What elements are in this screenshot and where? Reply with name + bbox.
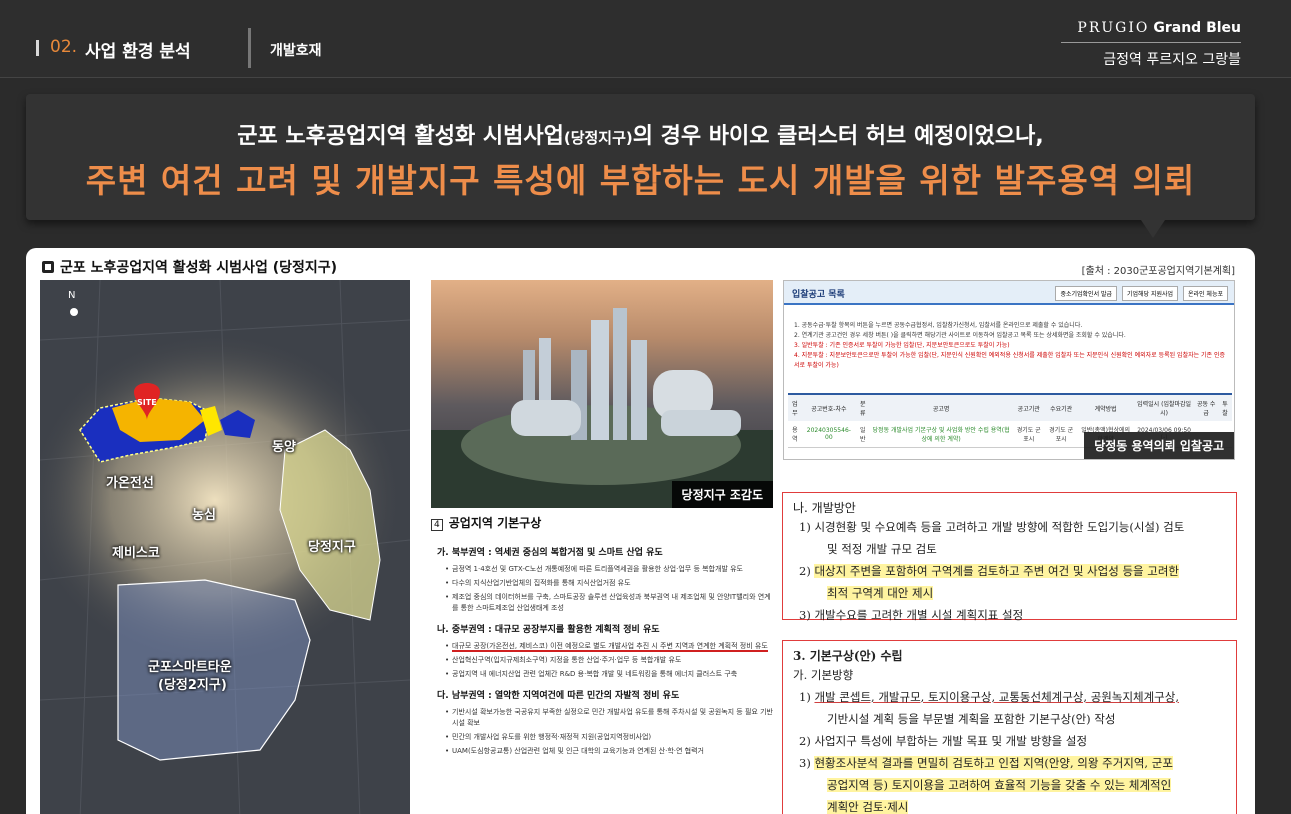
banner-pointer bbox=[1141, 220, 1165, 238]
development-plan-box: 나. 개발방안 1) 시경현황 및 수요예측 등을 고려하고 개발 방향에 적합… bbox=[782, 492, 1237, 622]
doc-section-central: 나. 중부권역 : 대규모 공장부지를 활용한 계획적 정비 유도 bbox=[437, 625, 660, 635]
page-header: 02. 사업 환경 분석 개발호재 PRUGIO Grand Bleu 금정역 푸… bbox=[0, 0, 1291, 78]
section-title: 사업 환경 분석 bbox=[85, 42, 191, 62]
bid-btn-sme[interactable]: 중소기업확인서 발급 bbox=[1055, 286, 1118, 301]
bid-btn-online[interactable]: 온라인 체능포 bbox=[1182, 286, 1228, 301]
headline-line2: 주변 여건 고려 및 개발지구 특성에 부합하는 도시 개발을 위한 발주용역 … bbox=[85, 161, 1196, 200]
bid-notice-screenshot: 입찰공고 목록 중소기업확인서 발급 기업해당 지원사업 온라인 체능포 1. … bbox=[783, 280, 1235, 460]
bid-caption: 당정동 용역의뢰 입찰공고 bbox=[1084, 432, 1234, 459]
list-item: 기반시설 확보가능한 국공유지 부족한 실정으로 민간 개발사업 유도를 통해 … bbox=[445, 707, 773, 729]
map-label-gaon: 가온전선 bbox=[106, 476, 154, 491]
box1-item-2: 2) 대상지 주변을 포함하여 구역계를 검토하고 주변 여건 및 사업성 등을… bbox=[799, 564, 1180, 600]
list-item: 대규모 공장(가온전선, 제비스코) 이전 예정으로 별도 개발사업 추진 시 … bbox=[445, 641, 773, 652]
list-item: 제조업 중심의 데이터허브를 구축, 스마트공장 솔루션 산업육성과 북부권역 … bbox=[445, 592, 773, 614]
headline-line1: 군포 노후공업지역 활성화 시범사업(당정지구)의 경우 바이오 클러스터 허브… bbox=[237, 124, 1044, 149]
header-accent-bar bbox=[36, 40, 39, 56]
map-label-dongyang: 동양 bbox=[272, 440, 296, 455]
headline-banner: 군포 노후공업지역 활성화 시범사업(당정지구)의 경우 바이오 클러스터 허브… bbox=[26, 94, 1255, 220]
compass-star-icon bbox=[70, 308, 78, 316]
map-label-nongshim: 농심 bbox=[192, 508, 216, 523]
list-item: UAM(도심항공교통) 산업관련 업체 및 인근 대학의 교육기능과 연계된 산… bbox=[445, 746, 773, 757]
site-label: SITE bbox=[137, 398, 157, 407]
box2-subheading: 가. 기본방향 bbox=[793, 668, 854, 682]
bid-buttons: 중소기업확인서 발급 기업해당 지원사업 온라인 체능포 bbox=[1052, 286, 1228, 301]
box1-item-1: 1) 시경현황 및 수요예측 등을 고려하고 개발 방향에 적합한 도입기능(시… bbox=[799, 520, 1185, 556]
plan-document-excerpt: 4 공업지역 기본구상 가. 북부권역 : 역세권 중심의 복합거점 및 스마트 … bbox=[431, 510, 773, 814]
map-label-jebisco: 제비스코 bbox=[112, 546, 160, 561]
box2-heading: 3. 기본구상(안) 수립 bbox=[793, 649, 903, 663]
map-label-dangjeong2: (당정2지구) bbox=[158, 678, 227, 693]
compass-label: N bbox=[68, 290, 76, 301]
brand-logo: PRUGIO Grand Bleu 금정역 푸르지오 그랑블 bbox=[1061, 20, 1241, 69]
brand-name-bold: Grand Bleu bbox=[1153, 20, 1241, 36]
rendering-graphic bbox=[431, 308, 773, 508]
box1-item-3: 3) 개발수요를 고려한 개별 시설 계획지표 설정 bbox=[799, 608, 1024, 622]
bid-title: 입찰공고 목록 bbox=[792, 290, 845, 300]
list-item: 금정역 1·4호선 및 GTX-C노선 개통예정에 따른 트리플역세권을 활용한… bbox=[445, 564, 773, 575]
doc-heading: 4 공업지역 기본구상 bbox=[431, 514, 773, 531]
aerial-rendering: 당정지구 조감도 bbox=[431, 280, 773, 508]
basic-concept-box: 3. 기본구상(안) 수립 가. 기본방향 1) 개발 콘셉트, 개발규모, 토… bbox=[782, 640, 1237, 814]
map-label-smarttown: 군포스마트타운 bbox=[148, 660, 232, 675]
map-label-dangjeong: 당정지구 bbox=[308, 540, 356, 555]
doc-section-south: 다. 남부권역 : 열악한 지역여건에 따른 민간의 자발적 정비 유도 bbox=[437, 691, 680, 701]
source-note: [출처 : 2030군포공업지역기본계획] bbox=[1081, 266, 1235, 277]
list-item: 민간의 개발사업 유도를 위한 행정적·재정적 지원(공업지역정비사업) bbox=[445, 732, 773, 743]
list-item: 산업혁신구역(입지규제최소구역) 지정을 통한 산업·주거·업무 등 복합개발 … bbox=[445, 655, 773, 666]
list-item: 공업지역 내 에너지산업 관련 업체간 R&D 용·복합 개발 및 네트워킹을 … bbox=[445, 669, 773, 680]
box2-item-1: 1) 개발 콘셉트, 개발규모, 토지이용구상, 교통동선체계구상, 공원녹지체… bbox=[799, 690, 1180, 726]
section-number: 02. bbox=[50, 37, 78, 57]
rendering-caption: 당정지구 조감도 bbox=[671, 481, 773, 508]
bid-btn-support[interactable]: 기업해당 지원사업 bbox=[1121, 286, 1179, 301]
box2-item-2: 2) 사업지구 특성에 부합하는 개발 목표 및 개발 방향을 설정 bbox=[799, 734, 1088, 748]
bid-header: 입찰공고 목록 중소기업확인서 발급 기업해당 지원사업 온라인 체능포 bbox=[784, 281, 1234, 305]
site-map: N SITE 동양 가온전선 농심 제비스코 당정지구 군포스마트타운 (당정2… bbox=[40, 280, 410, 814]
content-card: 군포 노후공업지역 활성화 시범사업 (당정지구) [출처 : 2030군포공업… bbox=[26, 248, 1255, 814]
box1-heading: 나. 개발방안 bbox=[793, 501, 856, 515]
bid-notes: 1. 공동수급·투찰 항목의 버튼을 누르면 공동수급협정서, 입찰참가신청서,… bbox=[794, 322, 1226, 369]
subsection-title: 개발호재 bbox=[270, 43, 322, 59]
square-bullet-icon bbox=[42, 261, 54, 273]
header-divider bbox=[248, 28, 251, 68]
list-item: 다수의 지식산업기반업체의 집적화를 통해 지식산업거점 유도 bbox=[445, 578, 773, 589]
brand-name: PRUGIO bbox=[1077, 20, 1150, 36]
box2-item-3: 3) 현황조사분석 결과를 면밀히 검토하고 인접 지역(안양, 의왕 주거지역… bbox=[799, 756, 1173, 814]
doc-section-north: 가. 북부권역 : 역세권 중심의 복합거점 및 스마트 산업 유도 bbox=[437, 548, 663, 558]
brand-subtitle: 금정역 푸르지오 그랑블 bbox=[1103, 52, 1241, 68]
section-heading: 군포 노후공업지역 활성화 시범사업 (당정지구) bbox=[42, 257, 337, 277]
